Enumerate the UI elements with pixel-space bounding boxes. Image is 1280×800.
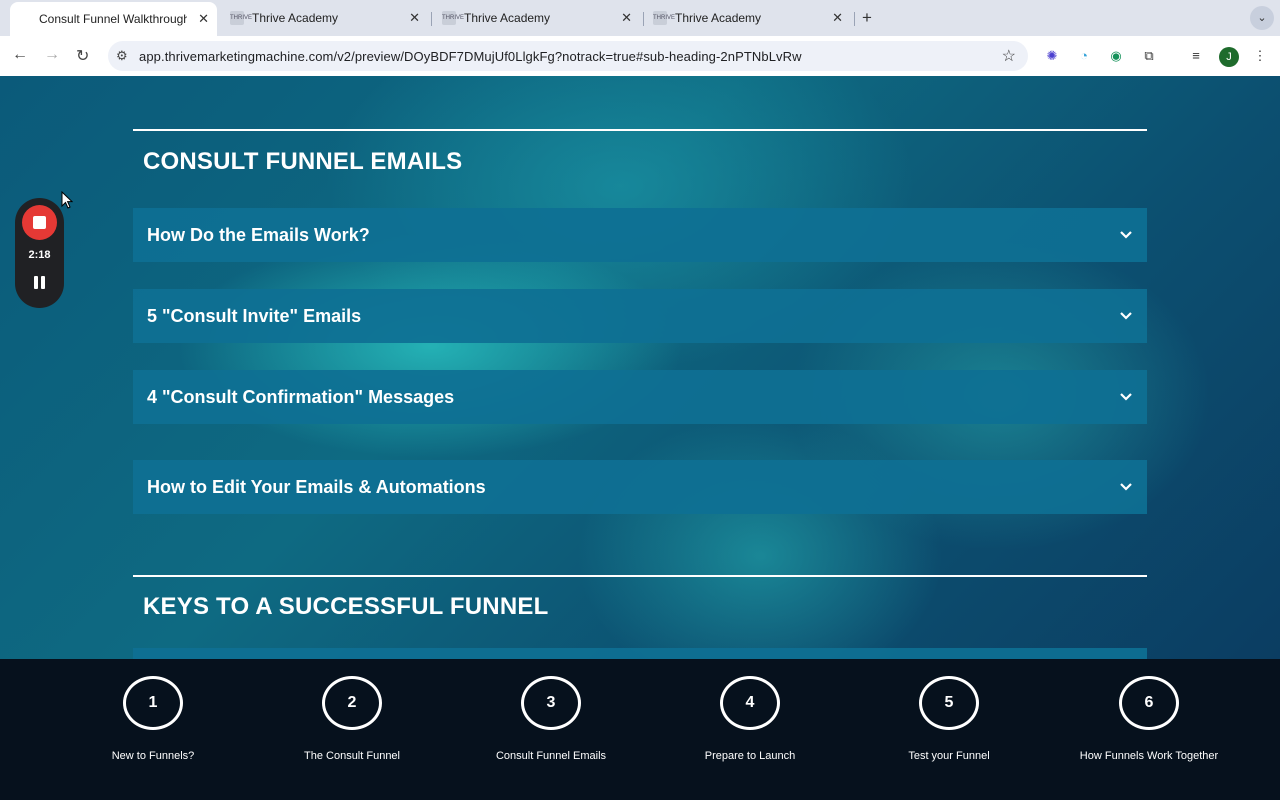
step-label: Test your Funnel <box>908 750 990 762</box>
tab-title: Thrive Academy <box>464 11 551 25</box>
step-number-circle: 3 <box>521 676 581 730</box>
page-content: CONSULT FUNNEL EMAILS How Do the Emails … <box>0 76 1280 659</box>
pause-icon[interactable] <box>33 276 46 290</box>
step-label: The Consult Funnel <box>304 750 400 762</box>
close-tab-icon[interactable]: ✕ <box>198 11 209 27</box>
address-bar-url[interactable]: app.thrivemarketingmachine.com/v2/previe… <box>139 49 802 64</box>
tab-separator <box>643 12 644 26</box>
step-4-prepare-to-launch[interactable]: 4 Prepare to Launch <box>665 676 835 762</box>
chevron-down-icon <box>1120 483 1132 491</box>
reading-list-icon[interactable]: ≡ <box>1187 47 1205 65</box>
close-tab-icon[interactable]: ✕ <box>409 10 420 26</box>
accordion-how-emails-work[interactable]: How Do the Emails Work? <box>133 208 1147 262</box>
step-number-circle: 5 <box>919 676 979 730</box>
step-label: Consult Funnel Emails <box>495 750 607 762</box>
bookmark-star-icon[interactable]: ☆ <box>1002 46 1016 66</box>
accordion-label: 5 "Consult Invite" Emails <box>147 306 362 326</box>
accordion-label: How Do the Emails Work? <box>147 225 370 245</box>
section-divider <box>133 575 1147 577</box>
thrive-favicon-icon: THRIVE <box>653 11 675 25</box>
step-number-circle: 1 <box>123 676 183 730</box>
tab-title: Consult Funnel Walkthrough <box>39 12 187 26</box>
screen-recorder-widget: 2:18 <box>15 198 64 308</box>
accordion-consult-confirmation[interactable]: 4 "Consult Confirmation" Messages <box>133 370 1147 424</box>
step-3-consult-funnel-emails[interactable]: 3 Consult Funnel Emails <box>466 676 636 762</box>
step-label: Prepare to Launch <box>704 750 796 762</box>
chevron-down-icon <box>1120 231 1132 239</box>
step-label: New to Funnels? <box>111 750 195 762</box>
new-tab-plus-icon[interactable]: + <box>862 8 872 28</box>
section-title-emails: CONSULT FUNNEL EMAILS <box>143 148 463 175</box>
tab-consult-funnel-walkthrough[interactable]: Consult Funnel Walkthrough ✕ <box>10 2 217 36</box>
grammarly-icon[interactable]: ◉ <box>1107 47 1125 65</box>
section-title-keys: KEYS TO A SUCCESSFUL FUNNEL <box>143 593 549 620</box>
section-divider <box>133 129 1147 131</box>
chevron-down-icon <box>1120 393 1132 401</box>
close-tab-icon[interactable]: ✕ <box>621 10 632 26</box>
chrome-menu-icon[interactable]: ⋮ <box>1251 47 1269 65</box>
accordion-consult-invite-emails[interactable]: 5 "Consult Invite" Emails <box>133 289 1147 343</box>
step-5-test-your-funnel[interactable]: 5 Test your Funnel <box>864 676 1034 762</box>
tab-separator <box>431 12 432 26</box>
step-number-circle: 2 <box>322 676 382 730</box>
extensions-puzzle-icon[interactable]: ⧉ <box>1140 47 1158 65</box>
mouse-cursor-icon <box>61 191 73 209</box>
browser-tab-strip: Consult Funnel Walkthrough ✕ THRIVE Thri… <box>0 0 1280 36</box>
tab-title: Thrive Academy <box>675 11 762 25</box>
back-arrow-icon[interactable]: ← <box>12 46 28 64</box>
profile-avatar[interactable]: J <box>1219 47 1239 67</box>
accordion-edit-emails-automations[interactable]: How to Edit Your Emails & Automations <box>133 460 1147 514</box>
tab-search-chevron-icon[interactable]: ⌄ <box>1250 6 1274 30</box>
tab-title: Thrive Academy <box>252 11 339 25</box>
step-6-how-funnels-work-together[interactable]: 6 How Funnels Work Together <box>1064 676 1234 762</box>
tab-thrive-academy-1[interactable]: THRIVE Thrive Academy ✕ <box>222 4 428 32</box>
step-2-consult-funnel[interactable]: 2 The Consult Funnel <box>267 676 437 762</box>
tab-thrive-academy-2[interactable]: THRIVE Thrive Academy ✕ <box>434 4 640 32</box>
site-settings-icon[interactable]: ⚙ <box>116 48 128 64</box>
recording-timer: 2:18 <box>28 249 51 261</box>
browser-toolbar: ← → ↻ ⚙ app.thrivemarketingmachine.com/v… <box>0 36 1280 76</box>
step-label: How Funnels Work Together <box>1079 750 1219 762</box>
step-number-circle: 6 <box>1119 676 1179 730</box>
step-navigation-bar: 1 New to Funnels? 2 The Consult Funnel 3… <box>0 659 1280 800</box>
tab-thrive-academy-3[interactable]: THRIVE Thrive Academy ✕ <box>645 4 851 32</box>
extension-purple-icon[interactable]: ✺ <box>1043 47 1061 65</box>
step-number-circle: 4 <box>720 676 780 730</box>
stop-recording-button[interactable] <box>22 205 57 240</box>
chevron-down-icon <box>1120 312 1132 320</box>
thrive-favicon-icon: THRIVE <box>230 11 252 25</box>
extension-spinner-icon[interactable]: ◔ <box>1075 47 1093 65</box>
step-1-new-to-funnels[interactable]: 1 New to Funnels? <box>68 676 238 762</box>
forward-arrow-icon[interactable]: → <box>44 46 60 64</box>
tab-separator <box>854 12 855 26</box>
reload-icon[interactable]: ↻ <box>76 46 89 66</box>
close-tab-icon[interactable]: ✕ <box>832 10 843 26</box>
thrive-favicon-icon: THRIVE <box>442 11 464 25</box>
accordion-label: 4 "Consult Confirmation" Messages <box>147 387 455 407</box>
accordion-label: How to Edit Your Emails & Automations <box>147 477 486 497</box>
accordion-partially-visible[interactable] <box>133 648 1147 659</box>
address-bar[interactable]: ⚙ app.thrivemarketingmachine.com/v2/prev… <box>108 41 1028 71</box>
